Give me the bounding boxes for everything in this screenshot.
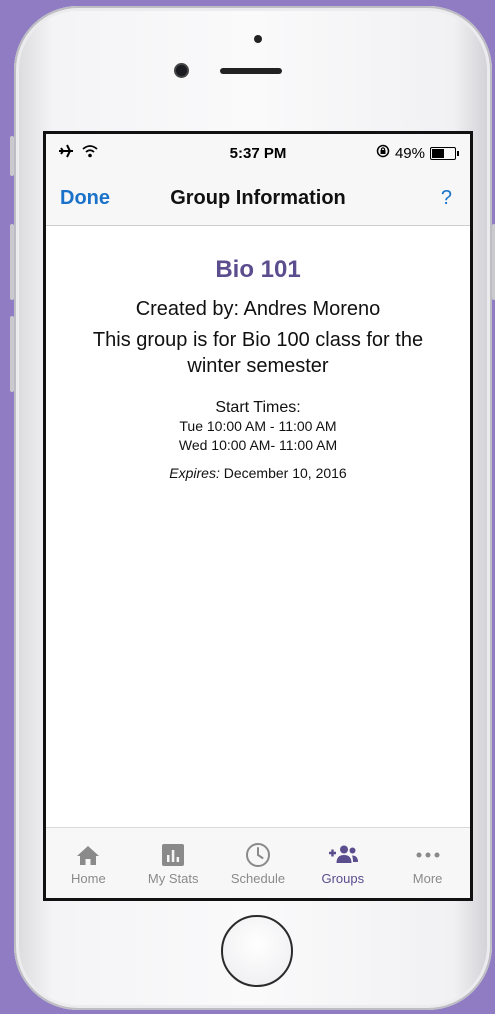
tab-label: Groups <box>321 871 365 886</box>
clock-icon <box>216 842 301 868</box>
help-button[interactable]: ? <box>441 187 452 210</box>
tab-label: More <box>412 871 443 886</box>
tab-groups[interactable]: Groups <box>300 828 385 898</box>
mute-switch <box>10 136 14 176</box>
tab-my-stats[interactable]: My Stats <box>131 828 216 898</box>
tab-schedule[interactable]: Schedule <box>216 828 301 898</box>
created-by: Created by: Andres Moreno <box>135 298 381 320</box>
more-icon <box>385 842 470 868</box>
tab-more[interactable]: More <box>385 828 470 898</box>
expires-label: Expires: <box>169 465 220 481</box>
navigation-bar: Done Group Information ? <box>46 170 470 226</box>
stats-icon <box>131 842 216 868</box>
tab-label: Schedule <box>230 871 286 886</box>
battery-icon <box>430 146 459 160</box>
expires-date: December 10, 2016 <box>223 465 347 481</box>
add-group-icon <box>300 842 385 868</box>
orientation-lock-icon <box>376 144 390 162</box>
page-title: Group Information <box>170 187 346 209</box>
app-screen: 5:37 PM 49% Done Group Information ? Bio… <box>43 131 473 901</box>
status-bar: 5:37 PM 49% <box>46 134 470 170</box>
tab-label: Home <box>71 871 106 886</box>
tab-label: My Stats <box>147 871 199 886</box>
volume-down-button <box>10 316 14 392</box>
volume-up-button <box>10 224 14 300</box>
battery-percent: 49% <box>394 144 425 162</box>
group-info-content: Bio 101 Created by: Andres Moreno This g… <box>46 226 470 481</box>
proximity-sensor <box>254 35 262 43</box>
tab-home[interactable]: Home <box>46 828 131 898</box>
home-button[interactable] <box>221 915 293 987</box>
start-time-item: Tue 10:00 AM - 11:00 AM <box>179 418 337 434</box>
tab-bar: Home My Stats Schedule Groups More <box>46 827 470 898</box>
group-name: Bio 101 <box>215 256 301 283</box>
home-icon <box>46 842 131 868</box>
expires-row: Expires: December 10, 2016 <box>46 465 470 481</box>
start-times-label: Start Times: <box>215 399 301 416</box>
earpiece-speaker <box>220 68 282 74</box>
start-time-item: Wed 10:00 AM- 11:00 AM <box>178 437 338 453</box>
front-camera <box>176 65 187 76</box>
group-description: This group is for Bio 100 class for the … <box>92 329 424 377</box>
